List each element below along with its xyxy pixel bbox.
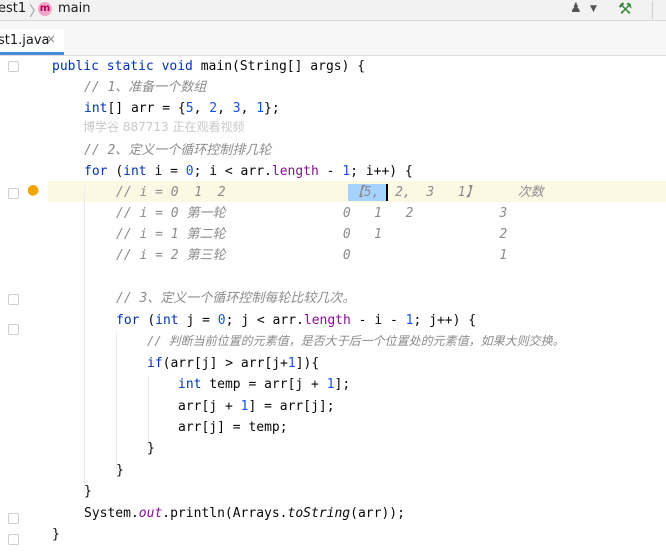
toolbar-overflow[interactable] bbox=[652, 1, 666, 19]
code-line: } bbox=[147, 441, 155, 456]
fold-icon[interactable] bbox=[8, 534, 19, 545]
code-line: System.out.println(Arrays.toString(arr))… bbox=[84, 506, 405, 521]
code-comment: // i = 0 第一轮 0 1 2 3 bbox=[116, 206, 508, 221]
fold-icon[interactable] bbox=[8, 324, 19, 335]
indent-guide bbox=[84, 186, 85, 494]
tab-java-file[interactable]: st1.java × bbox=[0, 29, 64, 55]
code-line: int[] arr = {5, 2, 3, 1}; bbox=[84, 101, 280, 116]
close-icon[interactable]: × bbox=[46, 32, 56, 46]
code-line: } bbox=[84, 484, 92, 499]
code-line: arr[j] = temp; bbox=[178, 420, 288, 435]
editor-gutter bbox=[0, 56, 48, 553]
code-line: if(arr[j] > arr[j+1]){ bbox=[147, 356, 320, 371]
code-line: int temp = arr[j + 1]; bbox=[178, 377, 351, 392]
fold-icon[interactable] bbox=[8, 294, 19, 305]
code-comment: // 3、定义一个循环控制每轮比较几次。 bbox=[116, 291, 356, 306]
hammer-icon[interactable]: ⚒ bbox=[618, 0, 632, 18]
navigation-bar: est1 〉 m main ♟ ▼ ⚒ bbox=[0, 0, 666, 21]
code-line: } bbox=[116, 463, 124, 478]
indent-guide bbox=[116, 332, 117, 472]
code-comment: // i = 0 1 2 【5, 2, 3 1】 次数 bbox=[116, 185, 544, 200]
code-line: arr[j + 1] = arr[j]; bbox=[178, 399, 335, 414]
tab-label: st1.java bbox=[0, 33, 50, 48]
text-caret bbox=[386, 184, 388, 201]
code-line: for (int j = 0; j < arr.length - i - 1; … bbox=[116, 313, 477, 328]
user-icon[interactable]: ♟ bbox=[570, 1, 582, 16]
breadcrumb-project[interactable]: est1 bbox=[0, 1, 26, 16]
breadcrumb-method[interactable]: main bbox=[58, 1, 90, 16]
chevron-down-icon[interactable]: ▼ bbox=[590, 4, 597, 14]
code-line: } bbox=[52, 527, 60, 542]
lightbulb-icon[interactable]: ● bbox=[27, 182, 39, 198]
code-line: for (int i = 0; i < arr.length - 1; i++)… bbox=[84, 164, 413, 179]
code-line: public static void main(String[] args) { bbox=[52, 59, 366, 74]
fold-icon[interactable] bbox=[8, 513, 19, 524]
fold-icon[interactable] bbox=[8, 61, 19, 72]
fold-icon[interactable] bbox=[8, 188, 19, 199]
code-comment: // 2、定义一个循环控制排几轮 bbox=[84, 143, 272, 158]
editor-tab-bar: st1.java × bbox=[0, 21, 666, 56]
watermark-text: 博学谷 887713 正在观看视频 bbox=[83, 120, 245, 134]
code-comment: // i = 1 第二轮 0 1 2 bbox=[116, 227, 508, 242]
code-comment: // i = 2 第三轮 0 1 bbox=[116, 248, 508, 263]
code-comment: // 判断当前位置的元素值，是否大于后一个位置处的元素值，如果大则交换。 bbox=[147, 334, 565, 348]
code-comment: // 1、准备一个数组 bbox=[84, 80, 207, 95]
code-editor[interactable]: ● public static void main(String[] args)… bbox=[0, 56, 666, 553]
method-icon: m bbox=[38, 2, 52, 16]
indent-guide bbox=[148, 376, 149, 446]
